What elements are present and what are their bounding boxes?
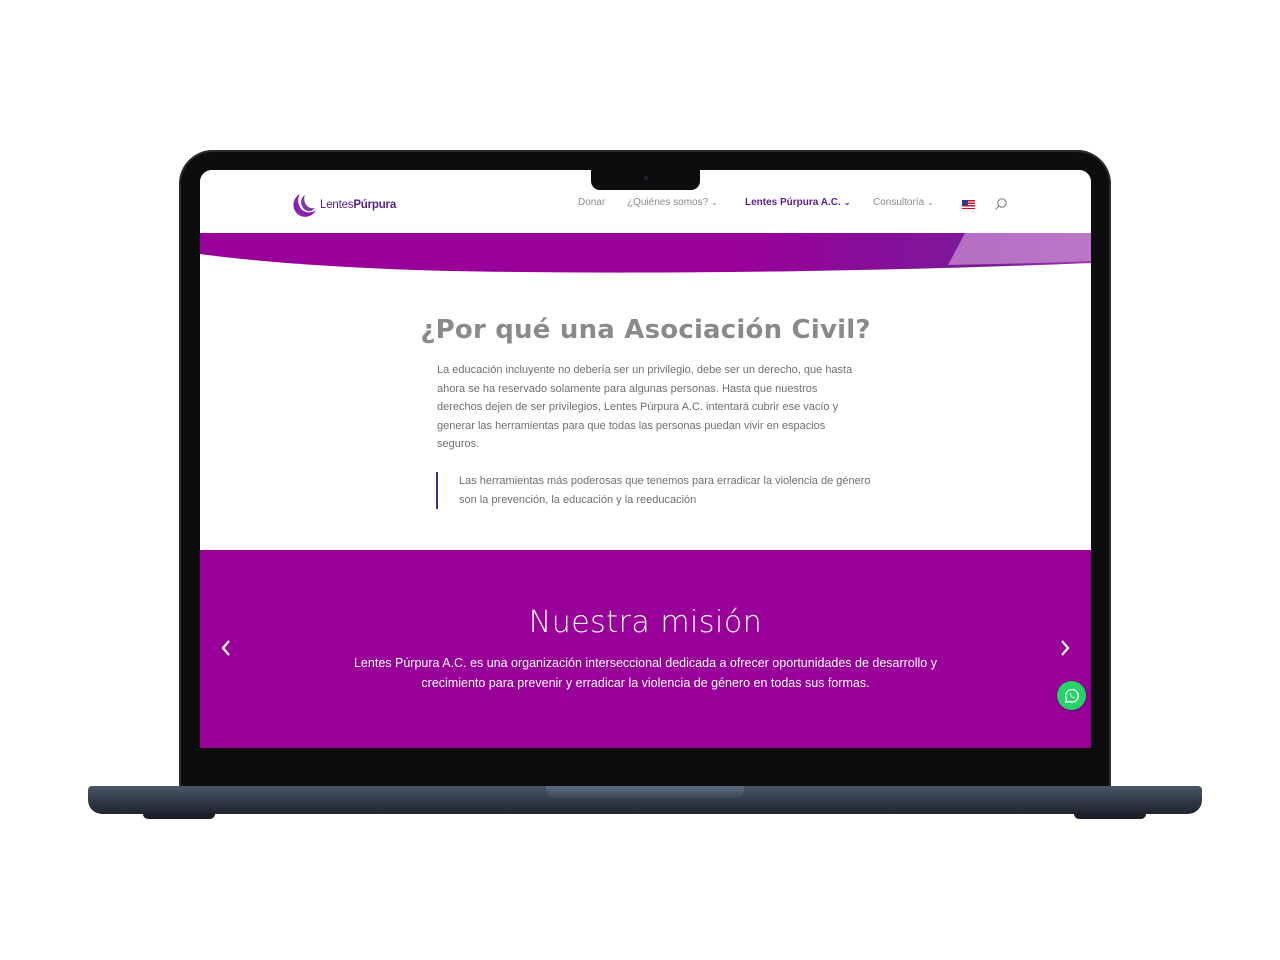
section-title: ¿Por qué una Asociación Civil?: [420, 315, 871, 345]
main-nav: Donar ¿Quiénes somos? ⌄ Lentes Púrpura A.…: [200, 197, 1091, 211]
camera-icon: [644, 176, 648, 180]
blockquote: Las herramientas más poderosas que tenem…: [436, 472, 879, 509]
mission-text: Lentes Púrpura A.C. es una organización …: [353, 656, 937, 690]
nav-donar-label: Donar: [578, 197, 606, 208]
mission-section: Nuestra misión Lentes Púrpura A.C. es un…: [200, 550, 1091, 748]
whatsapp-icon: [1064, 688, 1079, 703]
website-screen: LentesPúrpura Donar ¿Quiénes somos? ⌄ Len…: [200, 170, 1091, 748]
chevron-down-icon: ⌄: [927, 198, 934, 207]
section-paragraph: La educación incluyente no debería ser u…: [437, 364, 853, 451]
nav-lentes-purpura-ac-label: Lentes Púrpura A.C.: [745, 197, 841, 208]
nav-quienes-somos[interactable]: ¿Quiénes somos? ⌄: [627, 197, 718, 208]
laptop-foot-right: [1074, 813, 1146, 819]
chevron-down-icon: ⌄: [843, 198, 851, 207]
nav-lentes-purpura-ac[interactable]: Lentes Púrpura A.C. ⌄: [745, 197, 850, 208]
whatsapp-button[interactable]: [1057, 681, 1086, 710]
camera-notch: [591, 170, 700, 190]
chevron-down-icon: ⌄: [711, 198, 718, 207]
hero-banner-wave: [200, 233, 1091, 273]
us-flag-icon[interactable]: [962, 200, 975, 209]
mission-title: Nuestra misión: [528, 605, 763, 640]
chevron-left-icon[interactable]: [219, 638, 233, 658]
laptop-hinge: [546, 786, 744, 798]
nav-consultoria[interactable]: Consultoría ⌄: [873, 197, 934, 208]
chevron-right-icon[interactable]: [1058, 638, 1072, 658]
nav-consultoria-label: Consultoría: [873, 197, 925, 208]
search-icon[interactable]: [994, 197, 1008, 211]
laptop-chin: [200, 748, 1091, 786]
laptop-foot-left: [143, 813, 215, 819]
nav-donar[interactable]: Donar: [578, 197, 605, 208]
nav-quienes-somos-label: ¿Quiénes somos?: [627, 197, 709, 208]
